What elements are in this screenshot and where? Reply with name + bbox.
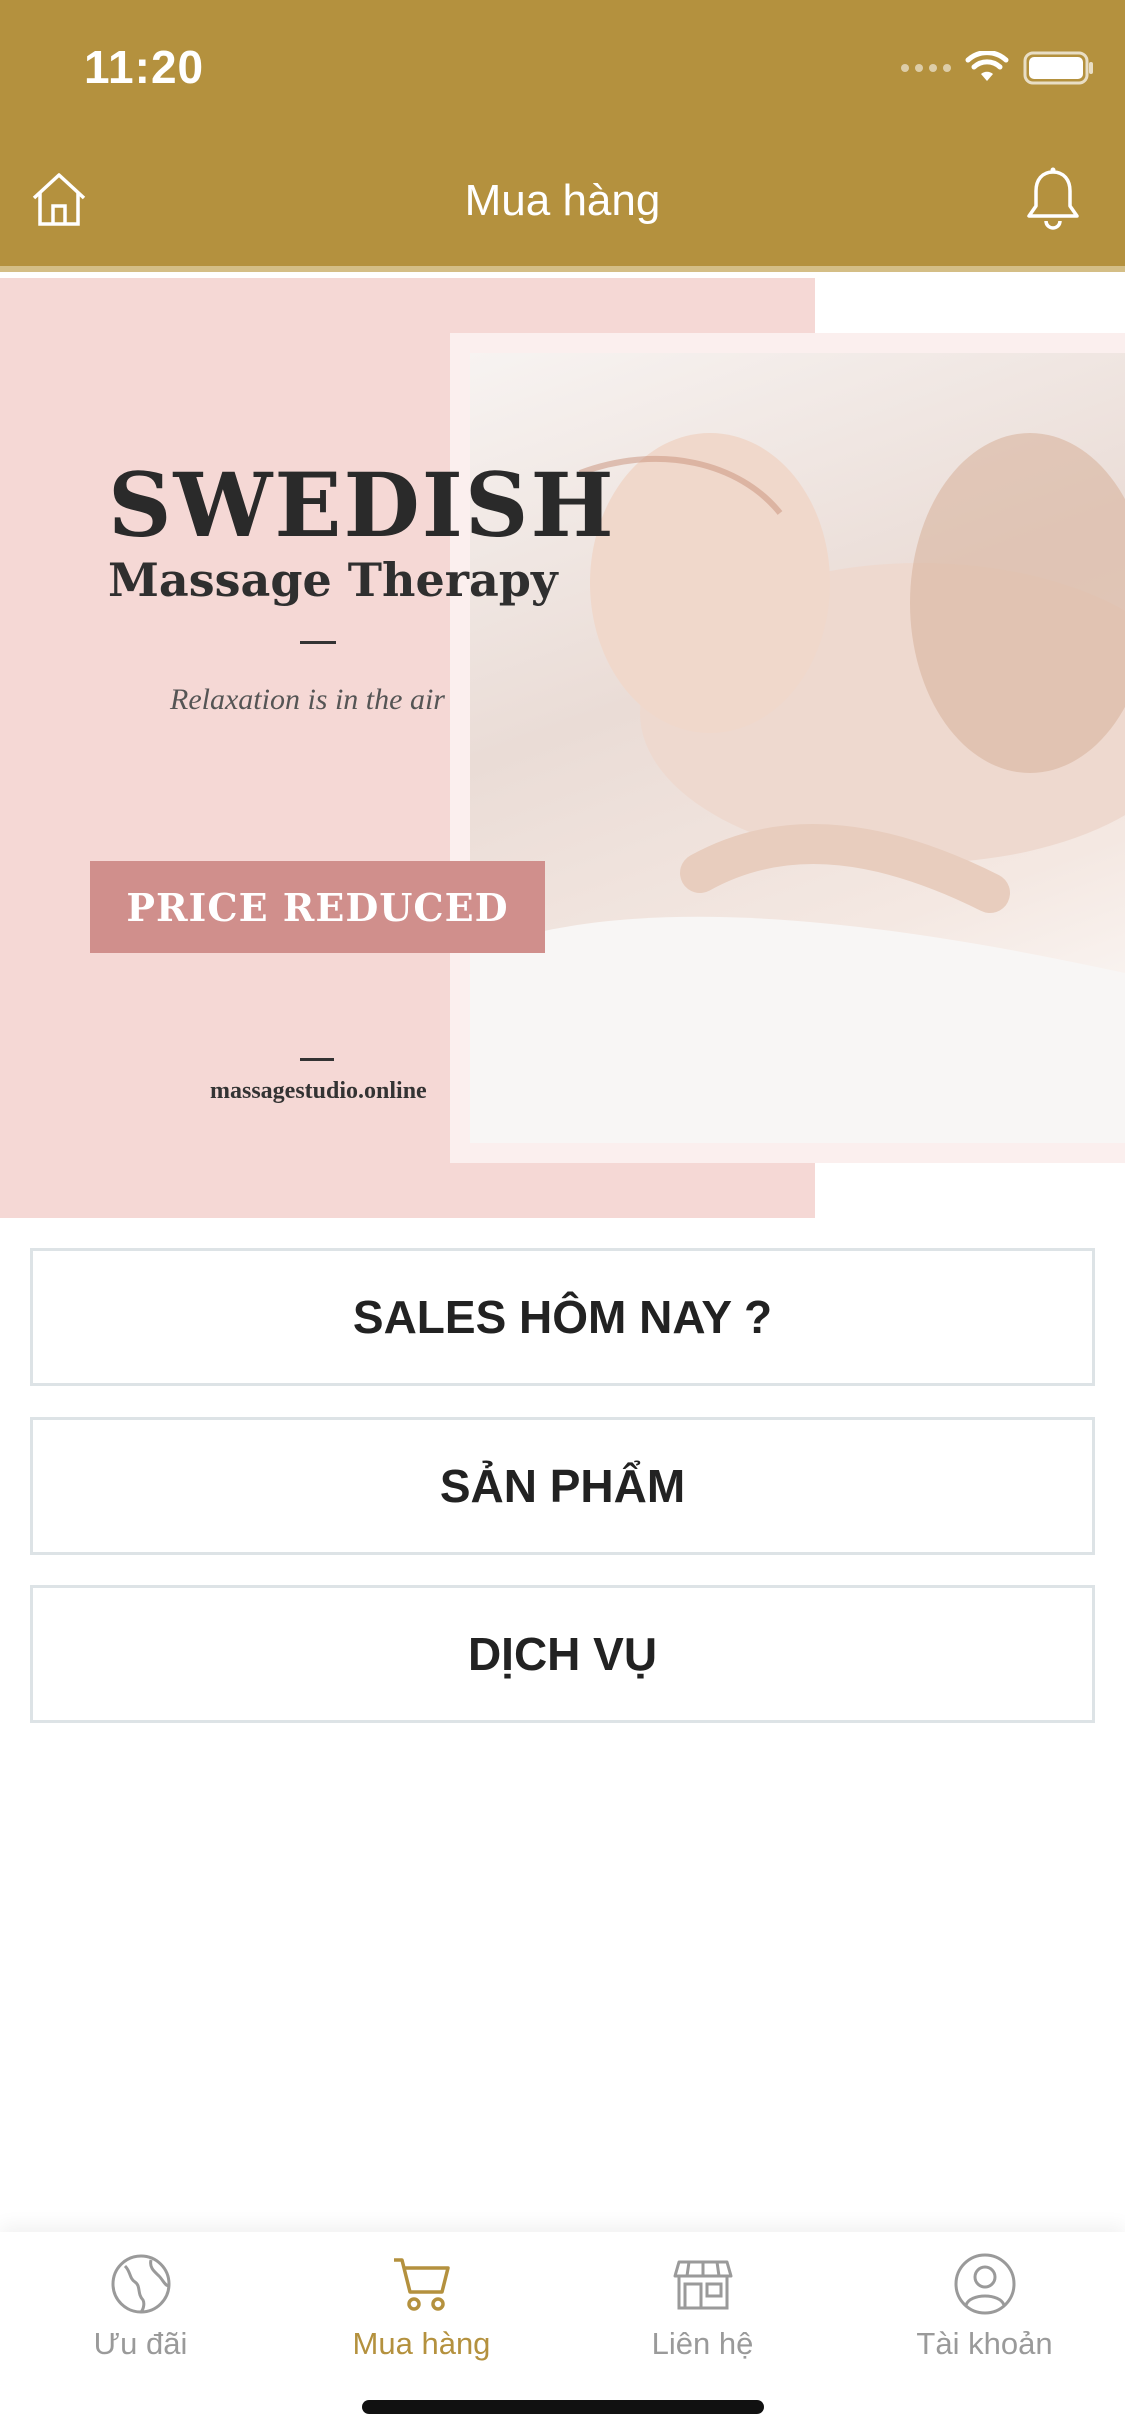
banner-subhead: Massage Therapy [108, 553, 558, 607]
status-time: 11:20 [84, 41, 205, 93]
sales-today-button[interactable]: SALES HÔM NAY ? [30, 1248, 1095, 1386]
app-header: 11:20 Mua hàng [0, 0, 1125, 272]
price-reduced-label: PRICE REDUCED [126, 884, 509, 930]
banner-divider [300, 641, 336, 644]
sales-today-label: SALES HÔM NAY ? [352, 1291, 773, 1343]
tab-offers[interactable]: Ưu đãi [0, 2252, 281, 2382]
products-label: SẢN PHẨM [439, 1460, 686, 1512]
banner-website: massagestudio.online [210, 1078, 427, 1104]
services-button[interactable]: DỊCH VỤ [30, 1585, 1095, 1723]
banner-headline: SWEDISH [108, 453, 616, 557]
wifi-icon [965, 51, 1009, 81]
store-icon [673, 2260, 732, 2310]
globe-icon [111, 2254, 170, 2314]
tab-shop[interactable]: Mua hàng [281, 2252, 562, 2382]
bell-icon[interactable] [1023, 166, 1083, 232]
user-icon [954, 2253, 1015, 2315]
tab-offers-label: Ưu đãi [93, 2326, 188, 2361]
tab-shop-label: Mua hàng [352, 2326, 491, 2361]
status-indicators [901, 48, 1095, 88]
banner-tagline: Relaxation is in the air [170, 683, 445, 716]
banner-divider [300, 1058, 334, 1061]
products-button[interactable]: SẢN PHẨM [30, 1417, 1095, 1555]
services-label: DỊCH VỤ [467, 1628, 658, 1680]
battery-icon [1023, 51, 1093, 85]
promo-banner[interactable]: SWEDISH Massage Therapy Relaxation is in… [0, 278, 1125, 1218]
page-title: Mua hàng [464, 176, 661, 225]
tab-contact[interactable]: Liên hệ [562, 2252, 843, 2382]
tab-account-label: Tài khoản [916, 2326, 1053, 2361]
cart-icon [393, 2258, 450, 2311]
tab-contact-label: Liên hệ [651, 2326, 754, 2361]
tab-account[interactable]: Tài khoản [844, 2252, 1125, 2382]
price-reduced-badge: PRICE REDUCED [90, 861, 545, 953]
home-indicator[interactable] [362, 2400, 764, 2414]
signal-icon [901, 64, 951, 72]
